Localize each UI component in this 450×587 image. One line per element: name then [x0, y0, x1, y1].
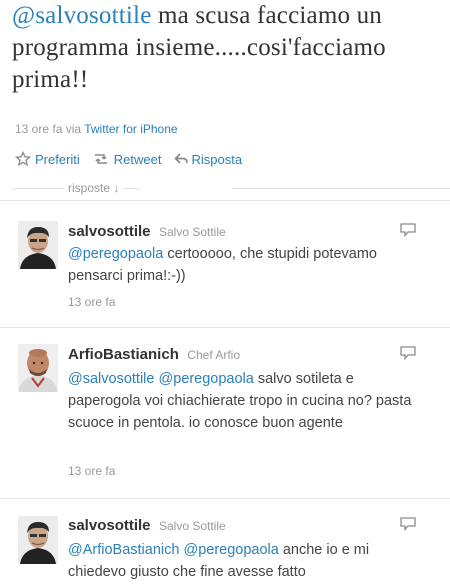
replies-separator: risposte ↓	[0, 176, 450, 200]
reply-header: salvosottile Salvo Sottile	[68, 517, 226, 535]
avatar-salvosottile-image	[18, 221, 58, 269]
reply-time[interactable]: 13 ore fa	[68, 464, 115, 478]
reply-text: @salvosottile @peregopaola salvo sotilet…	[68, 368, 428, 434]
reply-mention-1[interactable]: @salvosottile	[68, 371, 154, 387]
reply-header: ArfioBastianich Chef Arfio	[68, 346, 240, 364]
reply-fullname: Salvo Sottile	[158, 225, 226, 239]
retweet-label: Retweet	[113, 151, 162, 167]
via-label: via	[65, 122, 82, 136]
favorite-label: Preferiti	[35, 151, 80, 167]
reply-time[interactable]: 13 ore fa	[68, 295, 115, 309]
speech-bubble-icon	[400, 223, 416, 238]
reply-text: @peregopaola certooooo, che stupidi pote…	[68, 243, 428, 287]
main-tweet-text: @salvosottile ma scusa facciamo un progr…	[12, 0, 448, 96]
avatar-salvosottile-image	[18, 516, 58, 564]
avatar[interactable]	[18, 516, 58, 564]
replies-label[interactable]: risposte ↓	[64, 181, 124, 195]
reply-label: Risposta	[191, 151, 243, 167]
reply-username[interactable]: salvosottile	[68, 223, 151, 240]
favorite-button[interactable]: Preferiti	[15, 151, 80, 167]
reply-action-icon[interactable]	[400, 223, 416, 242]
main-tweet: @salvosottile ma scusa facciamo un progr…	[12, 0, 448, 96]
reply-fullname: Chef Arfio	[187, 348, 241, 362]
reply-text: @ArfioBastianich @peregopaola anche io e…	[68, 539, 428, 583]
reply-button[interactable]: Risposta	[173, 151, 243, 167]
tweet-time[interactable]: 13 ore fa	[15, 122, 62, 136]
retweet-button[interactable]: Retweet	[92, 152, 162, 167]
reply-username[interactable]: ArfioBastianich	[68, 346, 179, 363]
reply-header: salvosottile Salvo Sottile	[68, 223, 226, 241]
reply-action-icon[interactable]	[400, 517, 416, 536]
avatar-arfiobastianich-image	[18, 344, 58, 392]
reply-item: salvosottile Salvo Sottile @peregopaola …	[0, 200, 450, 328]
reply-mention-2[interactable]: @peregopaola	[183, 542, 278, 558]
retweet-icon	[94, 154, 107, 164]
reply-fullname: Salvo Sottile	[158, 519, 226, 533]
reply-mention[interactable]: @peregopaola	[68, 246, 163, 262]
reply-item: salvosottile Salvo Sottile @ArfioBastian…	[0, 499, 450, 587]
avatar[interactable]	[18, 221, 58, 269]
tweet-actions: Preferiti Retweet Risposta	[15, 151, 254, 167]
reply-username[interactable]: salvosottile	[68, 517, 151, 534]
main-tweet-mention[interactable]: @salvosottile	[12, 2, 152, 29]
reply-mention-1[interactable]: @ArfioBastianich	[68, 542, 179, 558]
via-source-link[interactable]: Twitter for iPhone	[84, 122, 177, 136]
speech-bubble-icon	[400, 346, 416, 361]
tweet-meta: 13 ore fa via Twitter for iPhone	[15, 122, 178, 136]
reply-item: ArfioBastianich Chef Arfio @salvosottile…	[0, 328, 450, 499]
avatar[interactable]	[18, 344, 58, 392]
separator-line-right	[232, 188, 450, 189]
reply-mention-2[interactable]: @peregopaola	[158, 371, 253, 387]
reply-arrow-icon	[173, 153, 188, 164]
speech-bubble-icon	[400, 517, 416, 532]
star-icon	[15, 151, 31, 167]
reply-action-icon[interactable]	[400, 346, 416, 365]
